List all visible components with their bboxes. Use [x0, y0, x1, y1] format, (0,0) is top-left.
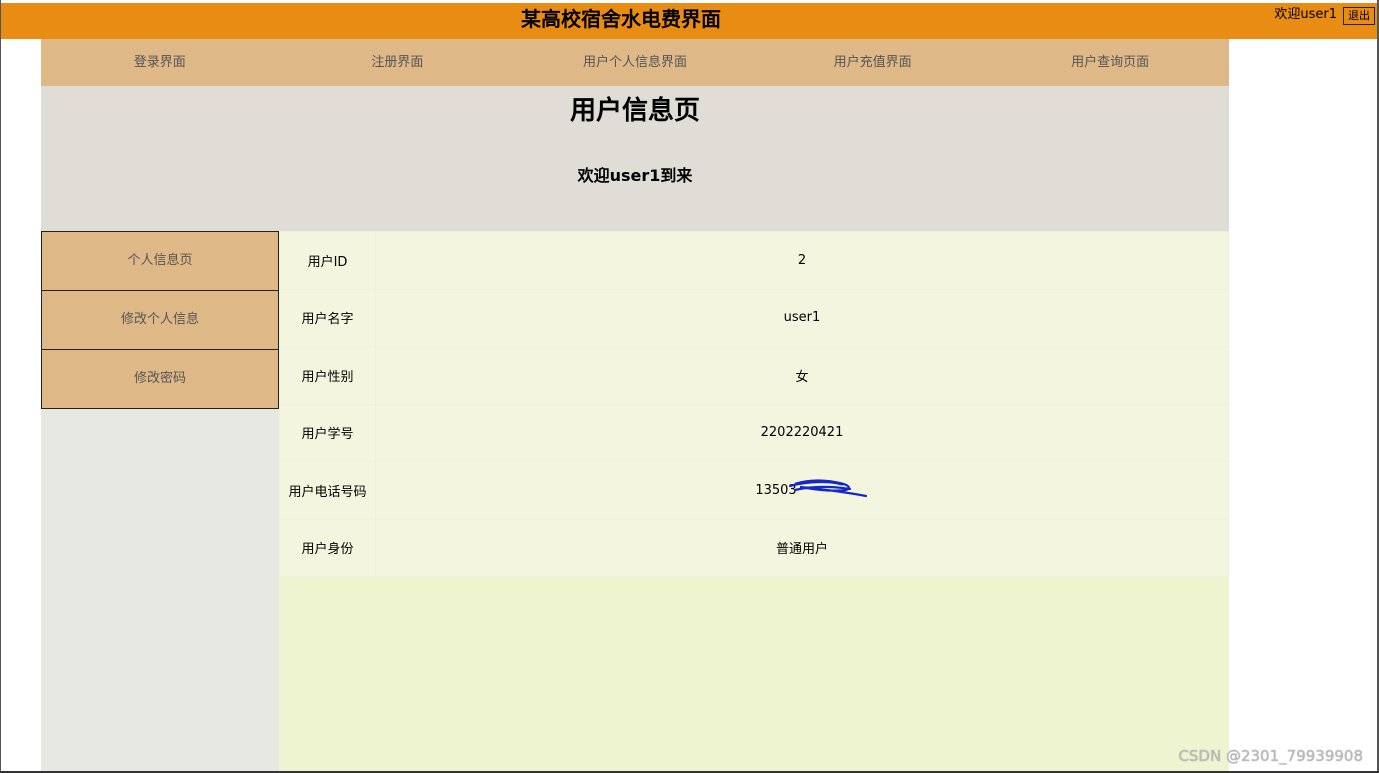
row-label-user-name: 用户名字 [279, 288, 376, 347]
top-navigation: 登录界面 注册界面 用户个人信息界面 用户充值界面 用户查询页面 [41, 39, 1229, 86]
row-value-phone: 13503 [375, 461, 1229, 520]
row-value-student-id: 2202220421 [375, 403, 1229, 462]
row-label-gender: 用户性别 [279, 346, 376, 405]
welcome-subtitle: 欢迎user1到来 [577, 166, 693, 185]
logout-button[interactable]: 退出 [1343, 7, 1375, 25]
nav-item-login[interactable]: 登录界面 [41, 39, 279, 86]
csdn-watermark: CSDN @2301_79939908 [1178, 747, 1363, 765]
nav-item-user-info[interactable]: 用户个人信息界面 [516, 39, 754, 86]
phone-visible-digits: 13503 [755, 482, 797, 498]
row-value-gender: 女 [375, 346, 1229, 405]
table-row: 用户ID 2 [279, 231, 1229, 290]
welcome-user-text: 欢迎user1 [1274, 7, 1337, 22]
row-value-role: 普通用户 [375, 518, 1229, 577]
site-title: 某高校宿舍水电费界面 [521, 7, 721, 31]
sidebar: 个人信息页 修改个人信息 修改密码 [41, 231, 279, 771]
page-title: 用户信息页 [569, 96, 700, 126]
user-info-table: 用户ID 2 用户名字 user1 用户性别 女 用户学号 2202220421… [279, 231, 1229, 577]
row-value-user-name: user1 [375, 288, 1229, 347]
table-row: 用户名字 user1 [279, 288, 1229, 347]
row-value-user-id: 2 [375, 231, 1229, 290]
row-label-role: 用户身份 [279, 518, 376, 577]
table-row: 用户性别 女 [279, 346, 1229, 405]
row-label-student-id: 用户学号 [279, 403, 376, 462]
table-row: 用户电话号码 13503 [279, 461, 1229, 520]
table-row: 用户身份 普通用户 [279, 518, 1229, 577]
window-left-edge [0, 0, 1, 773]
nav-item-query[interactable]: 用户查询页面 [991, 39, 1229, 86]
nav-item-recharge[interactable]: 用户充值界面 [754, 39, 992, 86]
sidebar-item-personal-info[interactable]: 个人信息页 [41, 231, 279, 291]
table-row: 用户学号 2202220421 [279, 403, 1229, 462]
sidebar-item-edit-info[interactable]: 修改个人信息 [41, 290, 279, 350]
nav-item-register[interactable]: 注册界面 [279, 39, 517, 86]
main-content: 用户ID 2 用户名字 user1 用户性别 女 用户学号 2202220421… [279, 231, 1229, 771]
site-header: 某高校宿舍水电费界面 欢迎user1 退出 [1, 3, 1377, 39]
sidebar-item-change-password[interactable]: 修改密码 [41, 349, 279, 409]
page-banner: 用户信息页 欢迎user1到来 [41, 86, 1229, 231]
row-label-phone: 用户电话号码 [279, 461, 376, 520]
row-label-user-id: 用户ID [279, 231, 376, 290]
